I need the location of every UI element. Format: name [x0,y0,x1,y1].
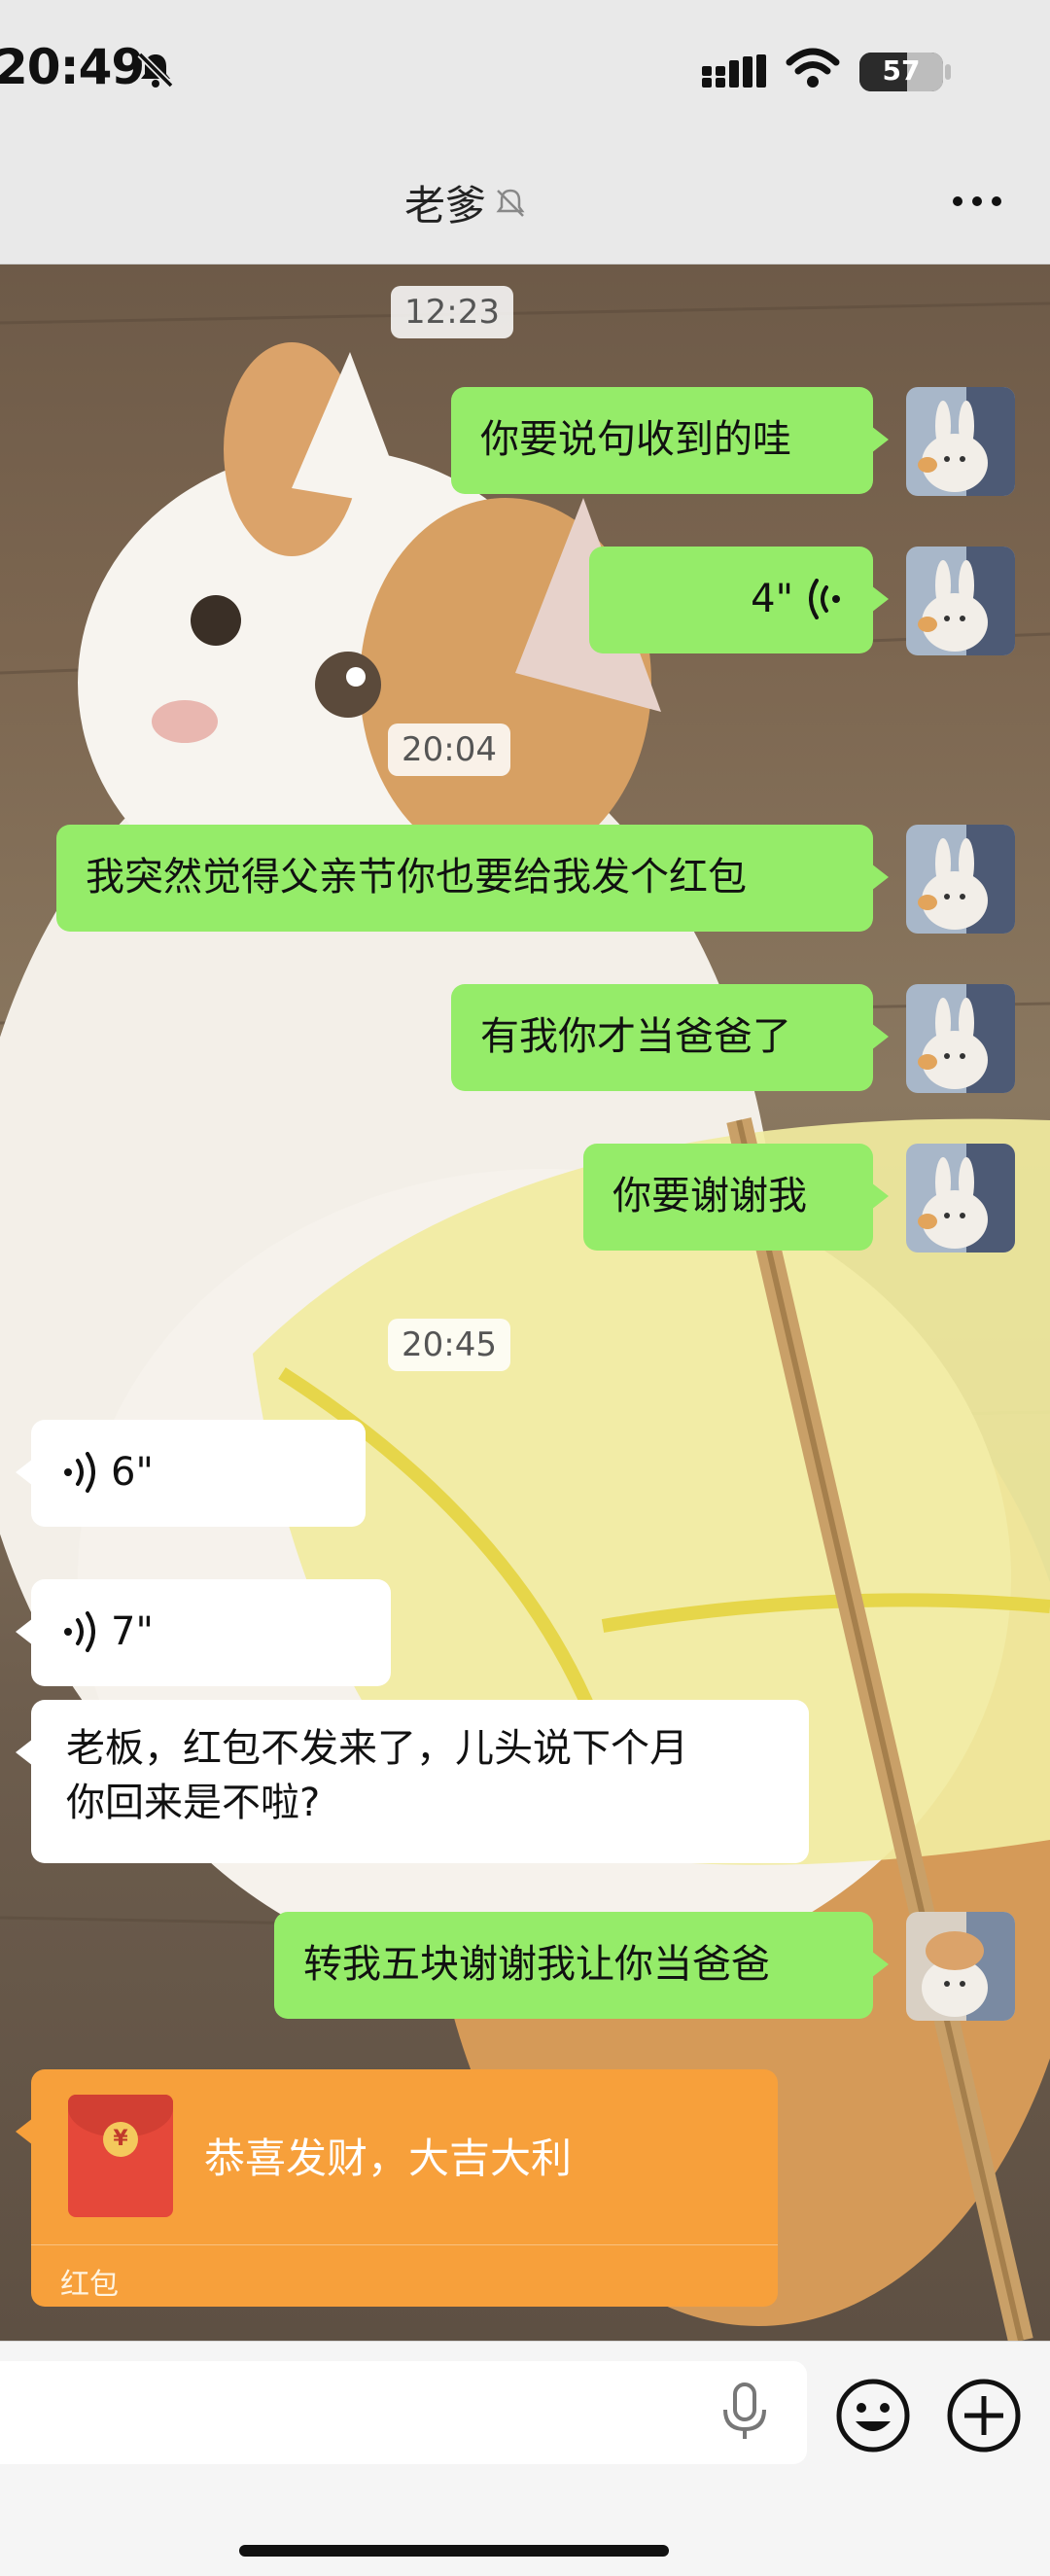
voice-wave-icon [64,1611,95,1652]
avatar-image-icon [906,984,1015,1093]
chat-background-image [0,301,1050,2341]
red-packet-message[interactable]: ¥ 恭喜发财，大吉大利 红包 [16,2069,778,2307]
sent-message-bubble[interactable]: 转我五块谢谢我让你当爸爸 [274,1912,889,2019]
coin-icon: ¥ [103,2122,138,2157]
muted-bell-icon [496,189,525,217]
more-options-icon[interactable] [951,194,1003,208]
avatar-image-icon [906,825,1015,934]
red-envelope-icon: ¥ [68,2095,173,2217]
battery-percentage: 57 [882,54,921,87]
sent-voice-message[interactable]: 4" [589,547,889,653]
red-packet-divider [31,2244,778,2245]
message-text-line: 老板，红包不发来了，儿头说下个月 [66,1726,688,1771]
message-text: 有我你才当爸爸了 [480,1014,791,1059]
voice-duration: 6" [111,1450,154,1495]
voice-duration: 7" [111,1609,154,1654]
chat-title-area[interactable]: 老爹 [404,173,529,232]
my-avatar[interactable] [906,825,1015,934]
red-packet-label: 红包 [60,2268,119,2302]
message-text: 你要谢谢我 [612,1174,807,1218]
input-bar [0,2341,1050,2576]
my-avatar[interactable] [906,547,1015,655]
message-text: 转我五块谢谢我让你当爸爸 [303,1942,770,1987]
sent-message-bubble[interactable]: 你要谢谢我 [583,1144,889,1251]
battery-indicator: 57 [859,53,943,91]
avatar-image-icon [906,1144,1015,1253]
chat-area[interactable] [0,265,1050,2341]
my-avatar[interactable] [906,1144,1015,1253]
message-text: 你要说句收到的哇 [480,417,791,462]
avatar-image-icon [906,1912,1015,2021]
sent-message-bubble[interactable]: 我突然觉得父亲节你也要给我发个红包 [56,825,889,932]
received-voice-message[interactable]: 6" [16,1420,366,1527]
timestamp: 20:04 [388,723,510,776]
received-voice-message[interactable]: 7" [16,1579,391,1686]
wifi-icon [786,48,840,88]
my-avatar[interactable] [906,387,1015,496]
voice-duration: 4" [751,577,793,621]
sent-message-bubble[interactable]: 有我你才当爸爸了 [451,984,889,1091]
my-avatar[interactable] [906,984,1015,1093]
plus-icon[interactable] [945,2377,1023,2454]
avatar-image-icon [906,547,1015,655]
cellular-signal-icon [702,54,766,88]
voice-wave-icon [64,1452,95,1493]
battery-tip [945,64,951,80]
received-message-bubble[interactable]: 老板，红包不发来了，儿头说下个月 你回来是不啦? [16,1700,809,1863]
emoji-icon[interactable] [834,2377,912,2454]
microphone-icon[interactable] [718,2381,772,2443]
bell-off-icon [137,52,174,88]
status-time: 20:49 [0,39,145,95]
home-indicator [239,2545,669,2557]
sent-message-bubble[interactable]: 你要说句收到的哇 [451,387,889,494]
message-text: 我突然觉得父亲节你也要给我发个红包 [86,855,747,900]
timestamp: 12:23 [391,286,513,338]
top-bar: 20:49 57 老爹 [0,0,1050,265]
chat-title: 老爹 [404,182,487,229]
message-input[interactable] [0,2361,807,2464]
avatar-image-icon [906,387,1015,496]
voice-wave-icon [809,579,840,619]
timestamp: 20:45 [388,1319,510,1371]
my-avatar[interactable] [906,1912,1015,2021]
message-text-line: 你回来是不啦? [66,1781,321,1825]
red-packet-greeting: 恭喜发财，大吉大利 [204,2135,573,2182]
